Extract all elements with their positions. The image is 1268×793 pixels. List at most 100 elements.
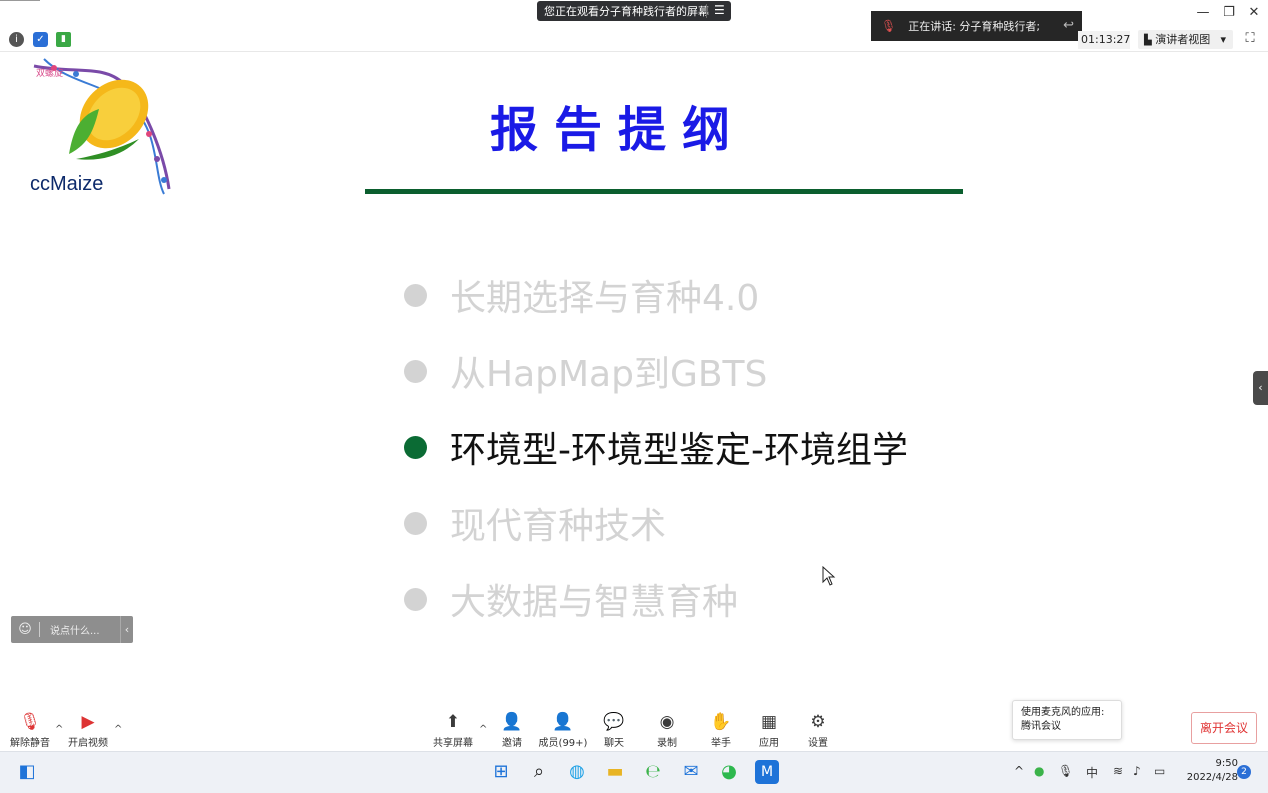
chat-separator [39,622,40,637]
start-video-label: 开启视频 [68,738,108,749]
windows-taskbar [0,751,1268,793]
outline-item-text: 大数据与智慧育种 [450,582,739,623]
raise-hand-label: 举手 [711,738,731,749]
tray-app-icon[interactable]: ● [1034,764,1044,778]
system-clock[interactable]: 9:50 2022/4/28 [1176,757,1238,785]
mic-notice-line1: 使用麦克风的应用: [1021,707,1105,718]
share-banner-text: 您正在观看分子育种践行者的屏幕 [544,5,709,18]
invite-label: 邀请 [502,738,522,749]
return-icon[interactable]: ↩ [1063,18,1074,33]
battery-icon[interactable]: ▭ [1154,764,1165,778]
hand-icon: ✋ [710,712,732,732]
record-label: 录制 [657,738,677,749]
outline-item-text: 从HapMap到GBTS [450,354,768,395]
volume-icon[interactable]: ♪ [1133,764,1141,778]
search-icon[interactable]: ⌕ [527,760,551,784]
outline-item-3-active: 环境型-环境型鉴定-环境组学 [404,427,908,471]
start-video-button[interactable]: ▶ 开启视频 [63,712,113,749]
outline-item-text: 现代育种技术 [450,506,667,547]
tray-mic-icon[interactable]: 🎙 [1058,764,1073,778]
members-label: 成员(99+) [538,738,588,749]
clock-time: 9:50 [1215,758,1238,769]
logo-small-text: 双螺旋 [36,67,63,79]
view-mode-label: 演讲者视图 [1155,33,1211,46]
bullet-dot [404,511,427,535]
record-button[interactable]: ◉ 录制 [642,712,692,749]
menu-icon[interactable]: ☰ [714,3,725,17]
settings-label: 设置 [808,738,828,749]
tray-overflow-chevron-icon[interactable]: ^ [1014,764,1024,778]
windows-start-icon[interactable]: ⊞ [489,760,513,784]
gear-icon: ⚙ [810,712,826,732]
chevron-down-icon: ▾ [1220,33,1226,46]
outline-item-text: 长期选择与育种4.0 [450,278,760,319]
close-button[interactable]: ✕ [1243,4,1265,22]
video-off-icon: ▶ [81,712,95,732]
info-icon[interactable]: i [9,32,24,47]
muted-mic-icon: 🎙 [881,19,897,33]
bullet-dot [404,283,427,307]
view-mode-icon: ▙ [1144,35,1152,46]
mic-notice-line2: 腾讯会议 [1021,721,1061,732]
notification-badge[interactable]: 2 [1237,765,1251,779]
mic-usage-tooltip: 使用麦克风的应用: 腾讯会议 [1012,700,1122,740]
banner-separator [706,4,707,18]
side-panel-toggle[interactable]: ‹ [1253,371,1268,405]
record-icon: ◉ [659,712,675,732]
tencent-meeting-icon[interactable]: M [755,760,779,784]
edge-browser-icon[interactable]: ◍ [565,760,589,784]
fullscreen-icon[interactable]: ⛶ [1242,31,1258,47]
title-bar-accent [0,0,40,1]
mail-icon[interactable]: ✉ [679,760,703,784]
outline-item-1: 长期选择与育种4.0 [404,275,759,319]
share-screen-button[interactable]: ⬆ 共享屏幕 [428,712,478,749]
slide-title: 报告提纲 [490,102,747,158]
mouse-cursor-icon [822,566,836,586]
signal-icon[interactable]: ▮ [56,32,71,47]
ime-indicator[interactable]: 中 [1086,764,1098,781]
bullet-dot-active [404,435,427,459]
restore-button[interactable]: ❐ [1218,4,1240,22]
shield-icon[interactable]: ✓ [33,32,48,47]
minimize-button[interactable]: — [1192,4,1214,22]
chevron-left-icon: ‹ [1258,381,1263,394]
share-screen-icon: ⬆ [445,712,461,732]
outline-item-2: 从HapMap到GBTS [404,351,767,395]
outline-item-5: 大数据与智慧育种 [404,579,738,623]
speaking-text: 正在讲话: 分子育种践行者; [908,20,1041,33]
chat-button[interactable]: 💬 聊天 [589,712,639,749]
outline-item-text: 环境型-环境型鉴定-环境组学 [450,430,908,471]
unmute-label: 解除静音 [10,738,50,749]
chat-input[interactable]: ☺ 说点什么... ‹ [11,616,133,643]
chat-icon: 💬 [603,712,625,732]
ie-browser-icon[interactable]: ℮ [641,760,665,784]
outline-item-4: 现代育种技术 [404,503,666,547]
wifi-icon[interactable]: ≋ [1113,764,1123,778]
emoji-icon[interactable]: ☺ [11,622,39,637]
chat-label: 聊天 [604,738,624,749]
invite-button[interactable]: 👤 邀请 [487,712,537,749]
clock-date: 2022/4/28 [1186,772,1238,783]
share-banner[interactable]: 您正在观看分子育种践行者的屏幕 ☰ [537,1,731,21]
wechat-icon[interactable]: ◕ [717,760,741,784]
logo-text: ccMaize [30,173,104,195]
file-explorer-icon[interactable]: ▬ [603,760,627,784]
apps-button[interactable]: ▦ 应用 [744,712,794,749]
title-divider [365,189,963,194]
collapse-chat-icon[interactable]: ‹ [120,616,133,643]
apps-label: 应用 [759,738,779,749]
raise-hand-button[interactable]: ✋ 举手 [696,712,746,749]
settings-button[interactable]: ⚙ 设置 [793,712,843,749]
apps-icon: ▦ [760,712,778,732]
unmute-button[interactable]: 🎙 解除静音 [5,712,55,749]
desktop-widget-icon[interactable]: ◧ [15,760,39,784]
bullet-dot [404,587,427,611]
members-button[interactable]: 👤 成员(99+) [538,712,588,749]
bullet-dot [404,359,427,383]
muted-mic-icon: 🎙 [19,712,41,732]
share-screen-label: 共享屏幕 [433,738,473,749]
view-mode-dropdown[interactable]: ▙ 演讲者视图 ▾ [1138,30,1233,49]
video-options-caret[interactable]: ^ [114,724,122,735]
leave-meeting-button[interactable]: 离开会议 [1191,712,1257,744]
members-icon: 👤 [552,712,574,732]
